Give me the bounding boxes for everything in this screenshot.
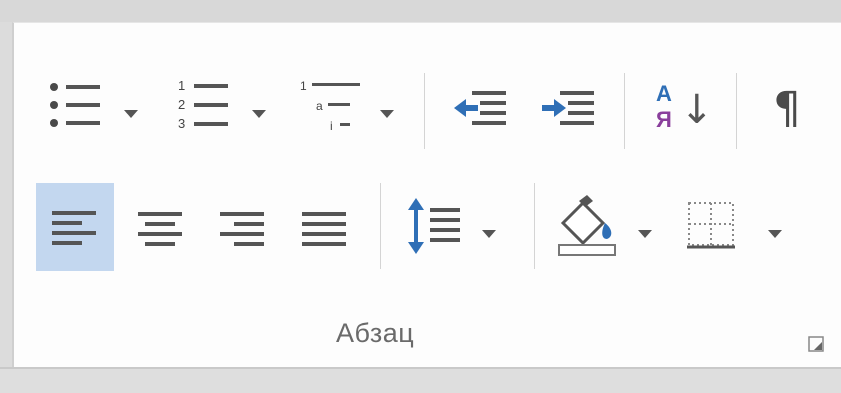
align-left-icon [50,207,100,247]
borders-dropdown-arrow[interactable] [768,225,782,243]
separator [624,73,625,149]
line-spacing-icon [406,194,464,258]
shading-button[interactable] [554,189,624,263]
window-top-frame [0,0,841,22]
paragraph-ribbon-group: 1 2 3 1 a i А Я ↓ ¶ [12,22,841,367]
justify-button[interactable] [290,195,360,261]
svg-text:i: i [330,119,333,133]
borders-icon [685,199,737,253]
dialog-launcher-button[interactable] [808,336,826,359]
sort-button[interactable]: А Я ↓ [648,75,714,139]
increase-indent-icon [540,87,598,131]
decrease-indent-icon [452,87,510,131]
numbering-button[interactable]: 1 2 3 [172,75,236,135]
sort-icon: А Я ↓ [650,77,712,137]
align-right-icon [218,208,268,248]
align-center-button[interactable] [126,195,196,261]
align-right-button[interactable] [208,195,278,261]
svg-text:А: А [656,81,672,106]
multilevel-list-button[interactable]: 1 a i [296,75,366,135]
align-left-button[interactable] [36,183,114,271]
numbering-dropdown-arrow[interactable] [252,105,266,123]
svg-text:2: 2 [178,97,185,112]
line-spacing-button[interactable] [402,189,468,263]
window-bottom-frame [0,367,841,393]
justify-icon [300,208,350,248]
separator [534,183,535,269]
decrease-indent-button[interactable] [450,83,512,135]
bullets-icon [46,77,106,133]
borders-button[interactable] [678,193,744,259]
align-center-icon [136,208,186,248]
show-formatting-marks-button[interactable]: ¶ [762,77,812,141]
multilevel-list-icon: 1 a i [298,76,364,134]
separator [736,73,737,149]
bullets-dropdown-arrow[interactable] [124,105,138,123]
svg-text:↓: ↓ [680,87,712,133]
bullets-button[interactable] [44,75,108,135]
separator [424,73,425,149]
separator [380,183,381,269]
dialog-launcher-icon [808,336,826,358]
shading-dropdown-arrow[interactable] [638,225,652,243]
svg-text:1: 1 [300,79,307,93]
group-label: Абзац [336,318,415,348]
pilcrow-icon: ¶ [773,83,801,134]
increase-indent-button[interactable] [538,83,600,135]
svg-text:Я: Я [656,107,672,132]
multilevel-list-dropdown-arrow[interactable] [380,105,394,123]
svg-text:a: a [316,99,323,113]
shading-icon [557,193,621,259]
line-spacing-dropdown-arrow[interactable] [482,225,496,243]
numbering-icon: 1 2 3 [174,76,234,134]
svg-text:3: 3 [178,116,185,131]
svg-text:1: 1 [178,78,185,93]
